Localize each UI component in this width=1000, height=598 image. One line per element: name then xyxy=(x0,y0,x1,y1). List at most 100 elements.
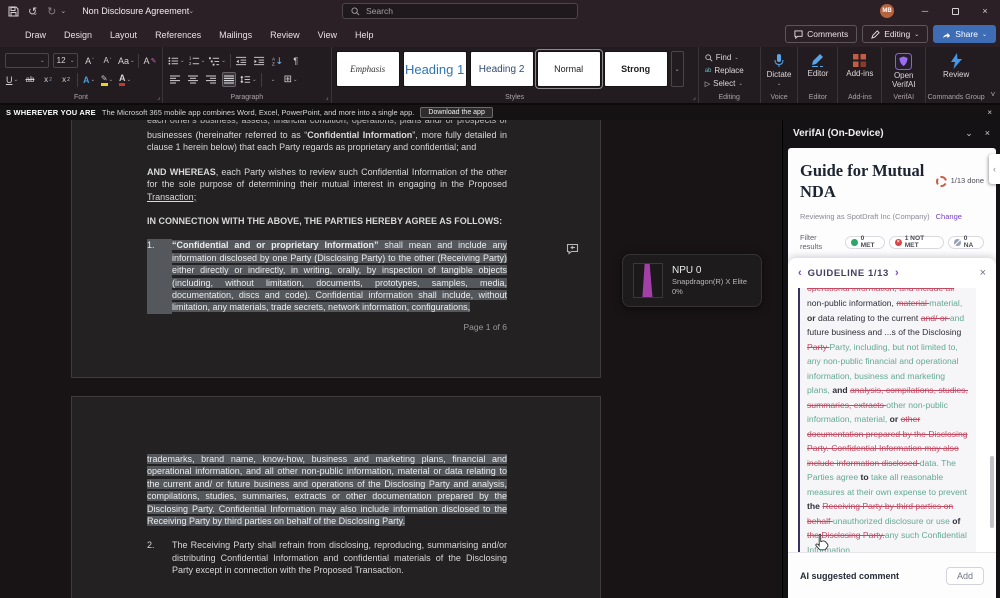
underline-button[interactable]: U⌄ xyxy=(5,72,19,87)
npu-usage-chart xyxy=(633,263,663,298)
panel-close-icon[interactable]: × xyxy=(985,128,990,139)
document-page-2[interactable]: trademarks, brand name, know-how, busine… xyxy=(72,397,600,598)
numbering-button[interactable]: 12⌄ xyxy=(189,53,206,68)
font-dialog-launcher[interactable]: ⌟ xyxy=(157,94,160,101)
align-left-button[interactable] xyxy=(168,72,182,87)
font-color-button[interactable]: A⌄ xyxy=(118,72,132,87)
align-right-button[interactable] xyxy=(204,72,218,87)
npu-usage-bar xyxy=(634,264,662,297)
document-page-1[interactable]: each other's business, assets, financial… xyxy=(72,120,600,377)
decrease-indent-button[interactable] xyxy=(235,53,249,68)
borders-button[interactable]: ⊞⌄ xyxy=(284,72,298,87)
tab-layout[interactable]: Layout xyxy=(101,26,146,44)
superscript-button[interactable]: x2 xyxy=(59,72,73,87)
style-normal[interactable]: Normal xyxy=(537,51,601,87)
styles-group: Emphasis Heading 1 Heading 2 Normal Stro… xyxy=(332,47,699,103)
editor-group: Editor Editor xyxy=(798,47,838,103)
verifai-shield-icon xyxy=(895,53,912,70)
multilevel-list-button[interactable]: ⌄ xyxy=(209,53,226,68)
select-button[interactable]: ▷ Select⌄ xyxy=(699,77,760,90)
ribbon: ⌄ 12⌄ Aˆ Aˇ Aa⌄ A✎ U⌄ ab x2 x2 A⌄ ✎⌄ A⌄ … xyxy=(0,47,1000,105)
pencil-icon xyxy=(871,30,880,39)
guideline-next-icon[interactable]: › xyxy=(895,267,899,279)
tab-design[interactable]: Design xyxy=(55,26,101,44)
editing-mode-button[interactable]: Editing⌄ xyxy=(862,25,928,43)
filter-not-met-badge[interactable]: ×1 NOT MET xyxy=(889,236,944,249)
panel-scrollbar[interactable] xyxy=(990,456,994,528)
maximize-button[interactable] xyxy=(940,0,970,22)
review-command-button[interactable]: Review xyxy=(926,51,986,79)
font-name-combo[interactable]: ⌄ xyxy=(5,53,49,68)
justify-button[interactable] xyxy=(222,72,236,87)
minimize-button[interactable]: ─ xyxy=(910,0,940,22)
npu-usage-value: 0% xyxy=(672,287,747,296)
tab-review[interactable]: Review xyxy=(261,26,309,44)
guide-progress: 1/13 done xyxy=(936,160,984,202)
comment-marker-icon[interactable] xyxy=(566,242,579,260)
clear-formatting-button[interactable]: A✎ xyxy=(143,53,157,68)
verifai-panel-title: VerifAI (On-Device) xyxy=(793,128,884,139)
filter-na-badge[interactable]: 0 NA xyxy=(948,236,984,249)
save-icon[interactable] xyxy=(8,6,19,17)
styles-gallery-more-button[interactable]: ⌄ xyxy=(671,51,684,87)
guideline-prev-icon[interactable]: ‹ xyxy=(798,267,802,279)
tab-view[interactable]: View xyxy=(309,26,346,44)
paragraph: AND WHEREAS, each Party wishes to review… xyxy=(147,166,507,203)
styles-dialog-launcher[interactable]: ⌟ xyxy=(693,94,696,101)
style-heading1[interactable]: Heading 1 xyxy=(403,51,467,87)
shrink-font-button[interactable]: Aˇ xyxy=(100,53,114,68)
style-strong[interactable]: Strong xyxy=(604,51,668,87)
search-input[interactable]: Search xyxy=(342,3,578,19)
addins-button[interactable]: Add-ins xyxy=(838,51,881,78)
comments-button[interactable]: Comments xyxy=(785,25,857,43)
document-canvas[interactable]: each other's business, assets, financial… xyxy=(0,120,782,598)
avatar[interactable]: MB xyxy=(880,4,894,18)
tab-mailings[interactable]: Mailings xyxy=(210,26,261,44)
increase-indent-button[interactable] xyxy=(253,53,267,68)
sort-button[interactable]: AZ xyxy=(271,53,285,68)
npu-chip-name: Snapdragon(R) X Elite xyxy=(672,277,747,286)
align-center-button[interactable] xyxy=(186,72,200,87)
strikethrough-button[interactable]: ab xyxy=(23,72,37,87)
style-heading2[interactable]: Heading 2 xyxy=(470,51,534,87)
panel-chevron-down-icon[interactable]: ⌄ xyxy=(965,128,973,139)
tab-help[interactable]: Help xyxy=(346,26,383,44)
subscript-button[interactable]: x2 xyxy=(41,72,55,87)
replace-button[interactable]: ab Replace xyxy=(699,64,760,77)
dictate-button[interactable]: Dictate ⌄ xyxy=(761,51,798,89)
panel-collapse-tab[interactable]: ‹ xyxy=(989,154,1000,184)
collapse-ribbon-button[interactable]: ˅ xyxy=(986,47,1000,103)
highlight-color-button[interactable]: ✎⌄ xyxy=(100,72,114,87)
ai-comment-footer: AI suggested comment Add xyxy=(788,552,996,598)
open-verifai-button[interactable]: Open VerifAI xyxy=(882,51,925,89)
paragraph-marks-button[interactable]: ¶ xyxy=(289,53,303,68)
met-icon xyxy=(851,239,858,246)
font-size-combo[interactable]: 12⌄ xyxy=(53,53,79,68)
change-case-button[interactable]: Aa⌄ xyxy=(118,53,134,68)
banner-lead: S WHEREVER YOU ARE xyxy=(6,108,96,117)
addins-icon xyxy=(852,53,867,68)
line-spacing-button[interactable]: ⌄ xyxy=(240,72,257,87)
filter-met-badge[interactable]: 0 MET xyxy=(845,236,885,249)
change-link[interactable]: Change xyxy=(936,212,962,221)
tab-references[interactable]: References xyxy=(146,26,210,44)
style-emphasis[interactable]: Emphasis xyxy=(336,51,400,87)
customize-qat-icon[interactable]: ⌄ xyxy=(60,7,66,15)
find-button[interactable]: Find⌄ xyxy=(699,51,760,64)
undo-button[interactable]: ↺⌄ xyxy=(28,5,38,18)
close-button[interactable]: × xyxy=(970,0,1000,22)
download-app-button[interactable]: Download the app xyxy=(420,107,492,118)
add-comment-button[interactable]: Add xyxy=(946,567,984,585)
document-title[interactable]: Non Disclosure Agreement ⌄ xyxy=(82,6,194,16)
shading-button[interactable]: ⌄ xyxy=(266,72,280,87)
share-button[interactable]: Share⌄ xyxy=(933,25,996,43)
paragraph-dialog-launcher[interactable]: ⌟ xyxy=(326,94,329,101)
tab-draw[interactable]: Draw xyxy=(16,26,55,44)
bullets-button[interactable]: ⌄ xyxy=(168,53,185,68)
editor-button[interactable]: Editor xyxy=(798,51,837,78)
grow-font-button[interactable]: Aˆ xyxy=(82,53,96,68)
redo-button[interactable]: ↻ xyxy=(47,5,56,18)
text-effects-button[interactable]: A⌄ xyxy=(82,72,96,87)
guideline-close-icon[interactable]: × xyxy=(980,267,986,279)
banner-close-icon[interactable]: × xyxy=(987,108,992,117)
